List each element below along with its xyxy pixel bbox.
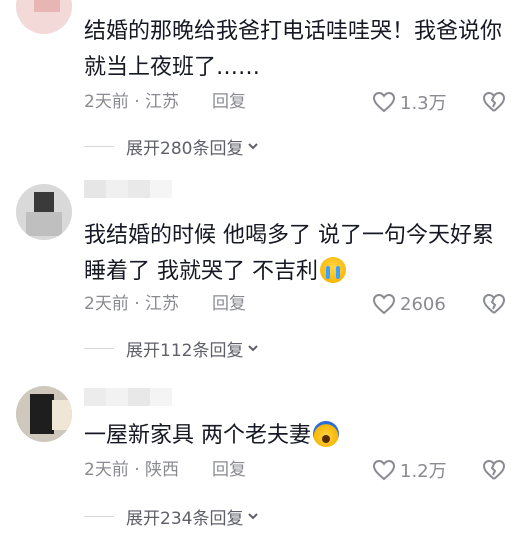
like-count: 2606 <box>400 293 446 315</box>
avatar[interactable] <box>16 386 72 442</box>
crying-face-icon <box>320 257 346 283</box>
comment-meta: 2天前 · 陕西 回复 <box>84 458 246 482</box>
comment-time-location: 2天前 · 江苏 <box>84 294 180 314</box>
comment-time-location: 2天前 · 陕西 <box>84 460 180 480</box>
comment-meta: 2天前 · 江苏 回复 <box>84 90 246 114</box>
comment-text-content: 一屋新家具 两个老夫妻 <box>84 423 311 448</box>
heart-icon <box>372 293 396 315</box>
divider-line <box>84 515 114 517</box>
fearful-face-icon <box>313 421 339 447</box>
comment-text-content: 结婚的那晚给我爸打电话哇哇哭！我爸说你就当上夜班了…… <box>84 19 503 80</box>
reply-button[interactable]: 回复 <box>212 90 246 114</box>
like-count: 1.2万 <box>400 461 447 482</box>
expand-replies-button[interactable]: 展开280条回复 <box>84 134 259 159</box>
expand-replies-button[interactable]: 展开112条回复 <box>84 336 259 361</box>
reply-button[interactable]: 回复 <box>212 458 246 482</box>
comment-text: 一屋新家具 两个老夫妻 <box>84 418 509 454</box>
like-button[interactable]: 1.3万 <box>372 90 447 114</box>
expand-replies-label: 展开280条回复 <box>126 138 244 159</box>
broken-heart-icon[interactable] <box>482 292 506 316</box>
username[interactable] <box>84 180 172 198</box>
chevron-down-icon <box>248 345 259 352</box>
divider-line <box>84 145 114 147</box>
chevron-down-icon <box>248 513 259 520</box>
avatar[interactable] <box>16 184 72 240</box>
broken-heart-icon[interactable] <box>482 90 506 114</box>
comment-text: 我结婚的时候 他喝多了 说了一句今天好累睡着了 我就哭了 不吉利 <box>84 218 509 290</box>
avatar[interactable] <box>16 0 72 34</box>
expand-replies-button[interactable]: 展开234条回复 <box>84 504 259 529</box>
divider-line <box>84 347 114 349</box>
comment-meta: 2天前 · 江苏 回复 <box>84 292 246 316</box>
comment-time-location: 2天前 · 江苏 <box>84 92 180 112</box>
expand-replies-label: 展开112条回复 <box>126 340 244 361</box>
expand-replies-label: 展开234条回复 <box>126 508 244 529</box>
comment-text: 结婚的那晚给我爸打电话哇哇哭！我爸说你就当上夜班了…… <box>84 14 509 86</box>
broken-heart-icon[interactable] <box>482 458 506 482</box>
chevron-down-icon <box>248 143 259 150</box>
like-button[interactable]: 2606 <box>372 292 446 316</box>
like-button[interactable]: 1.2万 <box>372 458 447 482</box>
comment-text-content: 我结婚的时候 他喝多了 说了一句今天好累睡着了 我就哭了 不吉利 <box>84 223 494 284</box>
heart-icon <box>372 91 396 113</box>
heart-icon <box>372 459 396 481</box>
username[interactable] <box>84 388 172 406</box>
reply-button[interactable]: 回复 <box>212 292 246 316</box>
like-count: 1.3万 <box>400 93 447 114</box>
